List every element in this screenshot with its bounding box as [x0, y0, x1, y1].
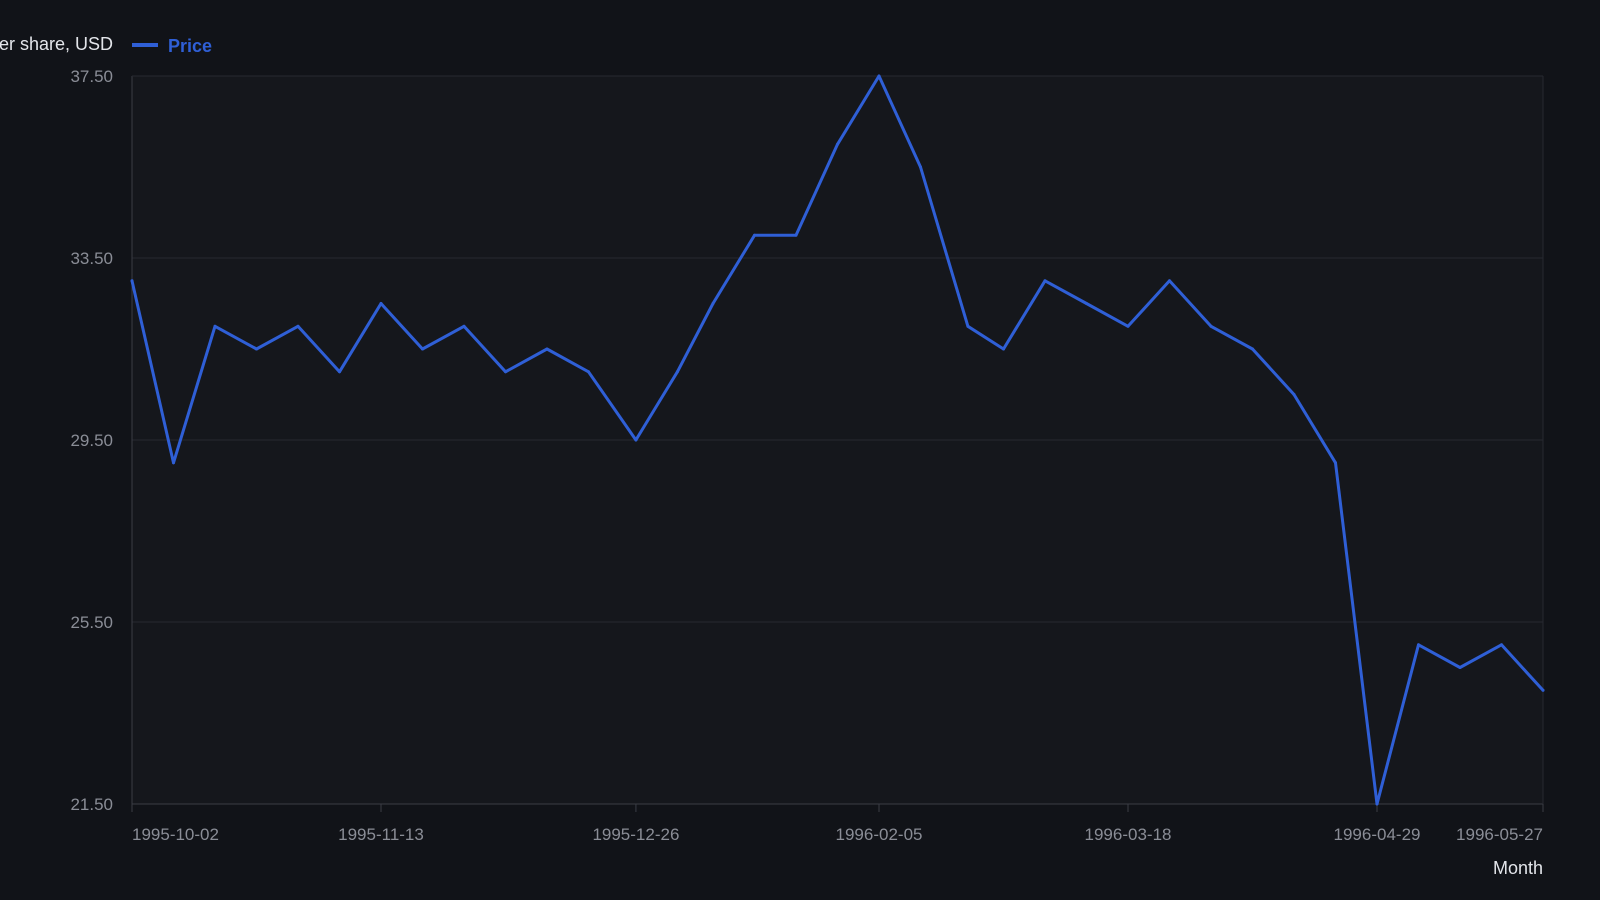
- data-point: [504, 370, 507, 374]
- data-point: [711, 302, 715, 305]
- y-tick-label: 29.50: [70, 431, 113, 450]
- data-point: [130, 279, 134, 283]
- x-tick-label: 1995-10-02: [132, 825, 219, 844]
- data-point: [966, 324, 970, 328]
- data-point: [172, 461, 175, 465]
- data-point: [213, 324, 217, 328]
- data-point: [1500, 643, 1503, 647]
- x-axis-title: Month: [1493, 858, 1543, 878]
- data-point: [1209, 324, 1213, 328]
- y-tick-label: 25.50: [70, 613, 113, 632]
- legend-label-price: Price: [168, 36, 212, 56]
- data-point: [1334, 461, 1337, 465]
- data-point: [421, 347, 424, 351]
- data-point: [1541, 688, 1545, 692]
- x-tick-label: 1995-12-26: [592, 825, 679, 844]
- x-tick-label: 1995-11-13: [338, 825, 424, 844]
- x-tick-label: 1996-02-05: [836, 825, 923, 844]
- data-point: [587, 370, 590, 374]
- data-point: [1292, 393, 1296, 396]
- x-axis-ticks: 1995-10-02 1995-11-13 1995-12-26 1996-02-05…: [131, 804, 1544, 844]
- data-point: [1085, 302, 1088, 305]
- data-point: [379, 302, 383, 305]
- data-point: [1251, 347, 1254, 351]
- data-point: [1043, 279, 1047, 283]
- data-point: [1417, 643, 1420, 647]
- x-tick-label: 1996-04-29: [1334, 825, 1421, 844]
- data-point: [877, 74, 881, 78]
- y-tick-label: 37.50: [70, 67, 113, 86]
- x-tick-label: 1996-05-27: [1456, 825, 1543, 844]
- data-point: [1375, 802, 1379, 806]
- data-point: [675, 370, 679, 374]
- data-point: [1002, 347, 1005, 351]
- data-point: [753, 233, 756, 237]
- x-tick-label: 1996-03-18: [1085, 825, 1172, 844]
- data-point: [545, 347, 549, 351]
- data-point: [794, 233, 798, 237]
- data-point: [338, 370, 341, 374]
- data-point: [1126, 324, 1130, 328]
- y-axis-title: Price per share, USD: [0, 34, 113, 54]
- legend[interactable]: Price: [132, 36, 212, 56]
- data-point: [919, 165, 922, 169]
- data-point: [462, 324, 466, 328]
- data-point: [836, 142, 839, 146]
- y-tick-label: 21.50: [70, 795, 113, 814]
- data-point: [296, 324, 300, 328]
- data-point: [1168, 279, 1171, 283]
- data-point: [255, 347, 258, 351]
- price-line-chart: 21.5025.5029.5033.5037.50 1995-10-02 1995…: [0, 34, 1545, 878]
- y-axis-ticks: 21.50 25.50 29.50 33.50 37.50: [70, 67, 113, 814]
- y-tick-label: 33.50: [70, 249, 113, 268]
- data-point: [1458, 666, 1462, 669]
- data-point: [634, 438, 638, 442]
